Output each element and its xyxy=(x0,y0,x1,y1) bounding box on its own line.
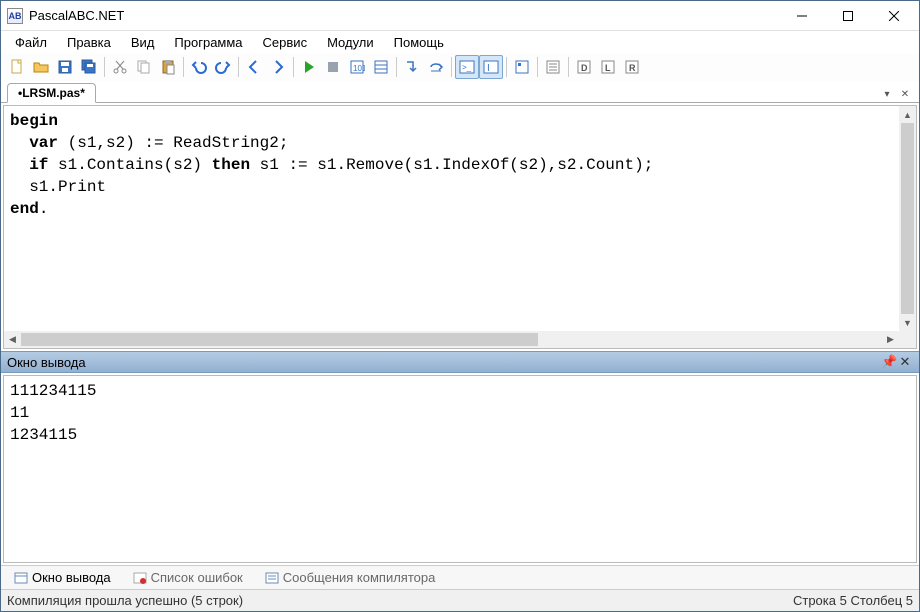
bottom-tab-output[interactable]: Окно вывода xyxy=(5,567,120,588)
toolbar-separator xyxy=(396,57,397,77)
app-icon: AB xyxy=(7,8,23,24)
toolbar-separator xyxy=(293,57,294,77)
output-panel-title: Окно вывода xyxy=(7,355,86,370)
status-left: Компиляция прошла успешно (5 строк) xyxy=(7,593,243,608)
step-over-button[interactable] xyxy=(424,55,448,79)
close-icon[interactable]: ✕ xyxy=(897,354,913,370)
copy-button[interactable] xyxy=(132,55,156,79)
bottom-tab-label: Сообщения компилятора xyxy=(283,570,436,585)
bottom-tab-label: Список ошибок xyxy=(151,570,243,585)
save-button[interactable] xyxy=(53,55,77,79)
tab-dropdown-button[interactable]: ▾ xyxy=(879,86,895,102)
output-panel-body[interactable]: 111234115 11 1234115 xyxy=(3,375,917,563)
redo-button[interactable] xyxy=(211,55,235,79)
output-icon xyxy=(14,571,28,585)
window-title: PascalABC.NET xyxy=(29,8,779,23)
compiler-msg-icon xyxy=(265,571,279,585)
code-editor[interactable]: begin var (s1,s2) := ReadString2; if s1.… xyxy=(4,106,916,348)
stop-button[interactable] xyxy=(321,55,345,79)
menu-edit[interactable]: Правка xyxy=(57,33,121,52)
menu-service[interactable]: Сервис xyxy=(253,33,318,52)
new-file-button[interactable] xyxy=(5,55,29,79)
toolbar-separator xyxy=(238,57,239,77)
menu-view[interactable]: Вид xyxy=(121,33,165,52)
toolbar-separator xyxy=(183,57,184,77)
editor-tabstrip: •LRSM.pas* ▾ ✕ xyxy=(1,81,919,103)
scroll-left-icon[interactable]: ◀ xyxy=(4,331,21,348)
bottom-tab-compiler[interactable]: Сообщения компилятора xyxy=(256,567,445,588)
toolbar-separator xyxy=(104,57,105,77)
menu-program[interactable]: Программа xyxy=(164,33,252,52)
minimize-button[interactable] xyxy=(779,1,825,31)
pin-icon[interactable]: 📌 xyxy=(881,354,897,370)
menu-modules[interactable]: Модули xyxy=(317,33,384,52)
paste-button[interactable] xyxy=(156,55,180,79)
save-all-button[interactable] xyxy=(77,55,101,79)
menu-help[interactable]: Помощь xyxy=(384,33,454,52)
code-view-button[interactable] xyxy=(541,55,565,79)
debug-d-button[interactable]: D xyxy=(572,55,596,79)
toolbar-separator xyxy=(451,57,452,77)
maximize-button[interactable] xyxy=(825,1,871,31)
nav-forward-button[interactable] xyxy=(266,55,290,79)
compile-button[interactable]: 101 xyxy=(345,55,369,79)
toolbar-separator xyxy=(568,57,569,77)
close-button[interactable] xyxy=(871,1,917,31)
nav-back-button[interactable] xyxy=(242,55,266,79)
menubar: Файл Правка Вид Программа Сервис Модули … xyxy=(1,31,919,53)
form-designer-button[interactable] xyxy=(510,55,534,79)
output-window-button[interactable]: >_ xyxy=(455,55,479,79)
open-file-button[interactable] xyxy=(29,55,53,79)
hscroll-thumb[interactable] xyxy=(21,333,538,346)
editor-tab-active[interactable]: •LRSM.pas* xyxy=(7,83,96,103)
cut-button[interactable] xyxy=(108,55,132,79)
output-panel-header: Окно вывода 📌 ✕ xyxy=(1,351,919,373)
vscroll-thumb[interactable] xyxy=(901,123,914,314)
svg-text:101: 101 xyxy=(353,64,365,73)
toolbar-separator xyxy=(537,57,538,77)
undo-button[interactable] xyxy=(187,55,211,79)
tab-close-button[interactable]: ✕ xyxy=(897,86,913,102)
run-button[interactable] xyxy=(297,55,321,79)
svg-text:I: I xyxy=(487,63,490,74)
svg-text:>_: >_ xyxy=(462,63,472,72)
error-icon xyxy=(133,571,147,585)
debug-l-button[interactable]: L xyxy=(596,55,620,79)
debug-r-button[interactable]: R xyxy=(620,55,644,79)
step-into-button[interactable] xyxy=(400,55,424,79)
editor-area: begin var (s1,s2) := ReadString2; if s1.… xyxy=(3,105,917,349)
scroll-right-icon[interactable]: ▶ xyxy=(882,331,899,348)
menu-file[interactable]: Файл xyxy=(5,33,57,52)
svg-text:R: R xyxy=(629,63,636,73)
svg-text:L: L xyxy=(605,63,611,73)
properties-button[interactable] xyxy=(369,55,393,79)
scroll-corner xyxy=(899,331,916,348)
titlebar: AB PascalABC.NET xyxy=(1,1,919,31)
bottom-tab-label: Окно вывода xyxy=(32,570,111,585)
error-list-button[interactable]: I xyxy=(479,55,503,79)
bottom-tab-errors[interactable]: Список ошибок xyxy=(124,567,252,588)
svg-text:D: D xyxy=(581,63,588,73)
status-cursor-pos: Строка 5 Столбец 5 xyxy=(793,593,913,608)
editor-vscrollbar[interactable]: ▲ ▼ xyxy=(899,106,916,331)
scroll-up-icon[interactable]: ▲ xyxy=(899,106,916,123)
statusbar: Компиляция прошла успешно (5 строк) Стро… xyxy=(1,589,919,611)
scroll-down-icon[interactable]: ▼ xyxy=(899,314,916,331)
toolbar: 101 >_ I D L R xyxy=(1,53,919,81)
bottom-tabstrip: Окно вывода Список ошибок Сообщения комп… xyxy=(1,565,919,589)
toolbar-separator xyxy=(506,57,507,77)
editor-hscrollbar[interactable]: ◀ ▶ xyxy=(4,331,899,348)
